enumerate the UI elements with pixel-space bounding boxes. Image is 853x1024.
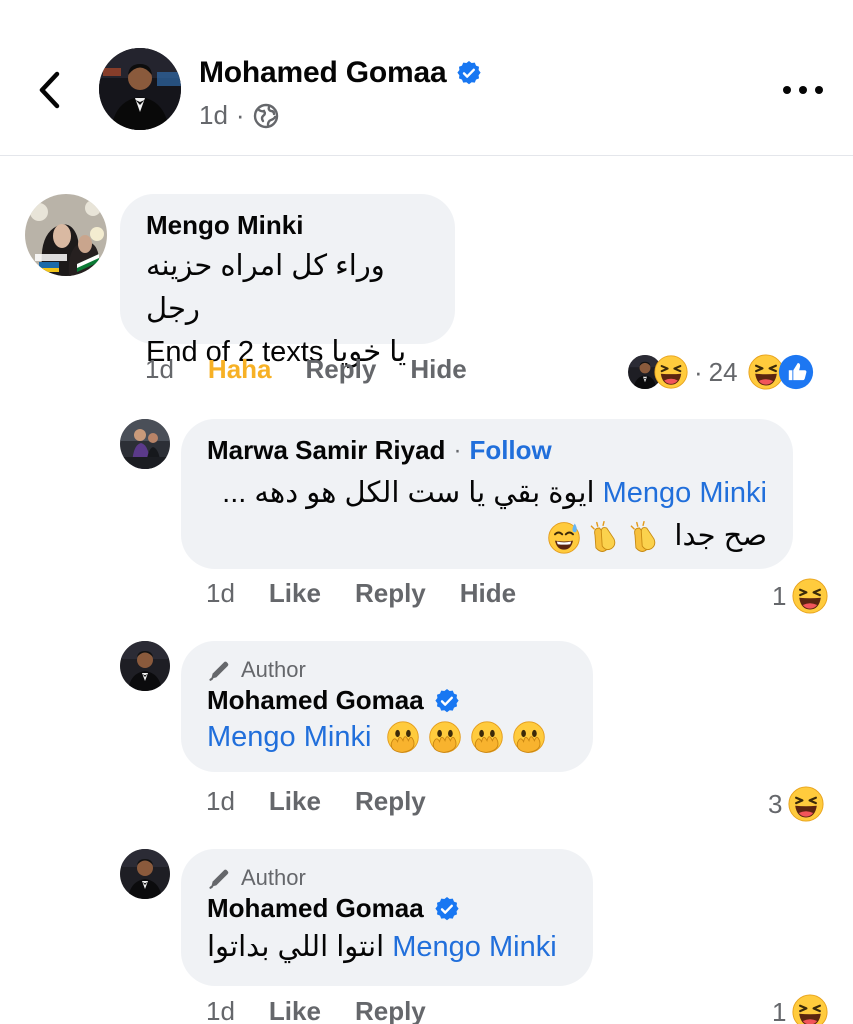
header-name-row: Mohamed Gomaa (199, 56, 482, 90)
pencil-icon (207, 865, 233, 891)
hide-button[interactable]: Hide (460, 578, 516, 609)
name-separator: · (453, 436, 462, 464)
more-dots-icon (783, 86, 791, 94)
comment-time[interactable]: 1d (206, 996, 235, 1024)
verified-badge-icon (456, 60, 482, 86)
commenter-header: Mohamed Gomaa (207, 685, 567, 716)
meta-separator: · (235, 100, 245, 130)
reply-button[interactable]: Reply (355, 786, 426, 817)
post-header: Mohamed Gomaa 1d · (0, 0, 853, 156)
avatar-mohamed-gomaa[interactable] (120, 849, 170, 899)
comment-line-2: صح جدا (207, 515, 767, 558)
reactions-summary-2[interactable]: 1 (772, 578, 828, 614)
author-name[interactable]: Mohamed Gomaa (199, 56, 447, 90)
comment-actions-2: 1d Like Reply Hide (206, 578, 550, 609)
comment-time[interactable]: 1d (206, 786, 235, 817)
avatar-mohamed-gomaa[interactable] (120, 641, 170, 691)
comment-bubble-3[interactable]: Author Mohamed Gomaa Mengo Minki (181, 641, 593, 772)
like-button[interactable]: Like (269, 578, 321, 609)
mention-link[interactable]: Mengo Minki (207, 716, 371, 759)
reactions-summary-1[interactable]: · 24 (628, 354, 814, 390)
comment-text: Mengo Minki (207, 716, 567, 759)
reactions-count: 1 (772, 580, 787, 611)
mention-link[interactable]: Mengo Minki (603, 477, 767, 509)
comment-actions-4: 1d Like Reply (206, 996, 460, 1024)
like-button[interactable]: Like (269, 786, 321, 817)
comment-actions-3: 1d Like Reply (206, 786, 460, 817)
back-chevron-icon (39, 71, 60, 109)
reply-button[interactable]: Reply (306, 354, 377, 385)
sweat-smile-emoji (546, 515, 582, 558)
haha-reaction-icon (792, 994, 828, 1024)
like-button[interactable]: Like (269, 996, 321, 1024)
reactions-count: 3 (768, 788, 783, 819)
author-badge: Author (207, 865, 567, 891)
commenter-name[interactable]: Marwa Samir Riyad (207, 435, 445, 466)
face-hand-over-mouth-emoji (511, 716, 547, 759)
reply-button[interactable]: Reply (355, 996, 426, 1024)
more-options-button[interactable] (783, 78, 823, 102)
comment-time[interactable]: 1d (145, 354, 174, 385)
reactions-count: 1 (772, 996, 787, 1024)
author-badge: Author (207, 657, 567, 683)
commenter-name[interactable]: Mohamed Gomaa (207, 685, 424, 716)
comment-line-1: وراء كل امراه حزينه رجل (146, 250, 385, 325)
avatar-marwa-samir-riyad[interactable] (120, 419, 170, 469)
header-avatar[interactable] (99, 48, 181, 130)
post-time[interactable]: 1d (199, 100, 228, 131)
reply-button[interactable]: Reply (355, 578, 426, 609)
comment-text: ايوة بقي يا ست الكل هو دهه ... Mengo Min… (207, 472, 767, 558)
haha-reaction-icon (654, 355, 688, 389)
clapping-hands-emoji (586, 515, 622, 558)
back-button[interactable] (30, 68, 70, 112)
avatar-mengo-minki[interactable] (25, 194, 107, 276)
verified-badge-icon (434, 688, 460, 714)
comment-bubble-2[interactable]: Marwa Samir Riyad · Follow ايوة بقي يا س… (181, 419, 793, 569)
comment-time[interactable]: 1d (206, 578, 235, 609)
author-label: Author (241, 865, 306, 890)
post-meta: 1d · (199, 100, 279, 131)
reactions-summary-3[interactable]: 3 (768, 786, 824, 822)
pencil-icon (207, 657, 233, 683)
commenter-header: Marwa Samir Riyad · Follow (207, 435, 767, 466)
clapping-hands-emoji (626, 515, 662, 558)
face-hand-over-mouth-emoji (427, 716, 463, 759)
face-hand-over-mouth-emoji (385, 716, 421, 759)
like-reaction-icon (778, 354, 814, 390)
haha-reaction-icon (788, 786, 824, 822)
face-hand-over-mouth-emoji (469, 716, 505, 759)
verified-badge-icon (434, 896, 460, 922)
reaction-button[interactable]: Haha (208, 354, 272, 385)
follow-button[interactable]: Follow (469, 435, 551, 466)
haha-reaction-icon (792, 578, 828, 614)
hide-button[interactable]: Hide (410, 354, 466, 385)
comment-actions-1: 1d Haha Reply Hide (145, 354, 501, 385)
mention-link[interactable]: Mengo Minki (392, 931, 556, 963)
globe-icon[interactable] (253, 103, 279, 129)
reactions-separator: · (694, 356, 703, 387)
comment-text: انتوا اللي بداتوا Mengo Minki (207, 931, 557, 963)
reactions-summary-4[interactable]: 1 (772, 994, 828, 1024)
reactions-count: 24 (708, 356, 738, 387)
author-label: Author (241, 657, 306, 682)
commenter-name[interactable]: Mohamed Gomaa (207, 893, 424, 924)
comment-bubble-4[interactable]: Author Mohamed Gomaa انتوا اللي بداتوا M… (181, 849, 593, 986)
commenter-header: Mohamed Gomaa (207, 893, 567, 924)
commenter-name[interactable]: Mengo Minki (146, 210, 429, 241)
comment-bubble-1[interactable]: Mengo Minki وراء كل امراه حزينه رجل End … (120, 194, 455, 368)
comment-line-1: ايوة بقي يا ست الكل هو دهه ... Mengo Min… (222, 477, 767, 509)
